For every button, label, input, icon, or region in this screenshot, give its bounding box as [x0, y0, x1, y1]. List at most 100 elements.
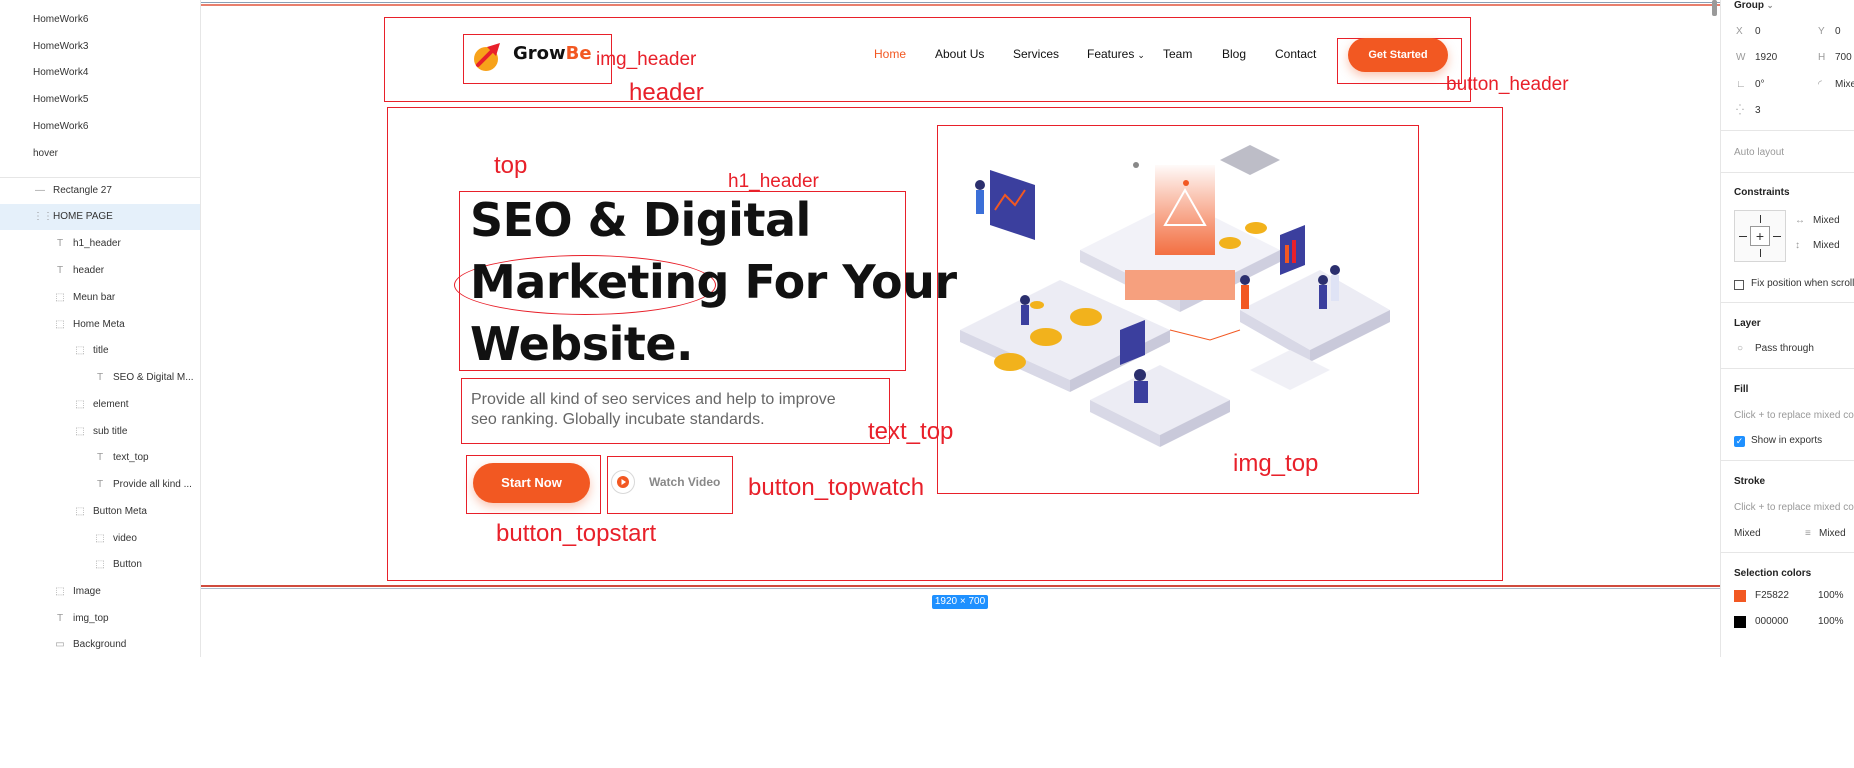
annotation-header: header — [629, 79, 704, 106]
y-input[interactable]: 0 — [1835, 26, 1841, 37]
layer-label: video — [113, 533, 137, 544]
h-label: H — [1818, 52, 1826, 63]
divider — [1721, 130, 1854, 131]
layer-video[interactable]: ⬚ video — [0, 526, 200, 552]
layer-label: HomeWork4 — [33, 67, 89, 78]
layer-element[interactable]: ⬚ element — [0, 392, 200, 418]
subtitle-line-2: seo ranking. Globally incubate standards… — [471, 411, 765, 428]
headline-word-marketing: Marketing — [470, 255, 730, 309]
nav-blog[interactable]: Blog — [1222, 47, 1246, 61]
auto-layout-label[interactable]: Auto layout — [1734, 147, 1784, 158]
stroke-heading: Stroke — [1734, 476, 1766, 487]
text-icon: T — [56, 613, 64, 624]
layer-hover[interactable]: hover — [0, 141, 200, 167]
nav-home[interactable]: Home — [874, 47, 906, 61]
horizontal-constraint-select[interactable]: Mixed — [1813, 215, 1840, 226]
layer-sub-title[interactable]: ⬚ sub title — [0, 419, 200, 445]
color-swatch-black[interactable] — [1734, 616, 1746, 628]
headline-line-1: SEO & Digital — [470, 193, 811, 247]
layer-button-meta[interactable]: ⬚ Button Meta — [0, 499, 200, 525]
group-title[interactable]: Group ⌄ — [1734, 0, 1773, 11]
layer-homework5[interactable]: HomeWork5 — [0, 87, 200, 113]
layer-label: sub title — [93, 426, 128, 437]
layer-h1-header[interactable]: Th1_header — [0, 231, 200, 257]
layer-provide-text[interactable]: T Provide all kind ... — [0, 472, 200, 498]
color-hex-orange[interactable]: F25822 — [1755, 590, 1789, 601]
layer-label: Image — [73, 586, 101, 597]
get-started-button[interactable]: Get Started — [1348, 38, 1448, 72]
constraint-bottom-line[interactable] — [1760, 249, 1761, 257]
layer-menu-bar[interactable]: ⬚ Meun bar — [0, 285, 200, 311]
layer-homework3[interactable]: HomeWork3 — [0, 34, 200, 60]
text-icon: T — [56, 238, 64, 249]
subtitle-line-1: Provide all kind of seo services and hel… — [471, 391, 836, 408]
logo-part-grow: Grow — [513, 43, 566, 64]
annotation-img-header: img_header — [596, 49, 697, 70]
spacing-input[interactable]: 3 — [1755, 105, 1761, 116]
group-icon: ⬚ — [55, 319, 65, 330]
frame-guide-line — [201, 2, 1720, 3]
fix-position-checkbox[interactable] — [1734, 280, 1744, 290]
constraint-right-line[interactable] — [1773, 236, 1781, 237]
nav-services[interactable]: Services — [1013, 47, 1059, 61]
layer-label: Provide all kind ... — [113, 479, 192, 490]
layer-button[interactable]: ⬚ Button — [0, 552, 200, 578]
selection-colors-heading: Selection colors — [1734, 568, 1812, 579]
growbe-logo-text[interactable]: GrowBe — [513, 43, 592, 64]
divider — [1721, 172, 1854, 173]
constraint-top-line[interactable] — [1760, 215, 1761, 223]
annotation-h1-header: h1_header — [728, 171, 819, 192]
text-icon: T — [56, 265, 64, 276]
fill-hint: Click + to replace mixed content — [1734, 410, 1854, 421]
layer-image[interactable]: ⬚ Image — [0, 579, 200, 605]
layer-homework6[interactable]: HomeWork6 — [0, 7, 200, 33]
color-opacity-orange[interactable]: 100% — [1818, 590, 1844, 601]
vertical-constraint-select[interactable]: Mixed — [1813, 240, 1840, 251]
w-input[interactable]: 1920 — [1755, 52, 1777, 63]
canvas-scrollbar[interactable] — [1712, 0, 1717, 16]
layer-label: Background — [73, 639, 127, 650]
nav-team[interactable]: Team — [1163, 47, 1192, 61]
nav-about-us[interactable]: About Us — [935, 47, 984, 61]
layer-background[interactable]: ▭ Background — [0, 632, 200, 658]
color-swatch-orange[interactable] — [1734, 590, 1746, 602]
headline-line-3: Website. — [470, 317, 694, 371]
layer-header[interactable]: Theader — [0, 258, 200, 284]
annotation-img-top: img_top — [1233, 450, 1319, 477]
w-label: W — [1736, 52, 1746, 63]
constraint-left-line[interactable] — [1739, 236, 1747, 237]
color-hex-black[interactable]: 000000 — [1755, 616, 1788, 627]
layer-rectangle-27[interactable]: — Rectangle 27 — [0, 178, 200, 204]
layer-seo-text[interactable]: T SEO & Digital M... — [0, 365, 200, 391]
layer-label: HOME PAGE — [53, 211, 113, 222]
layer-homework4[interactable]: HomeWork4 — [0, 60, 200, 86]
nav-contact[interactable]: Contact — [1275, 47, 1316, 61]
nav-features[interactable]: Features ⌄ — [1087, 47, 1145, 61]
watch-video-button[interactable]: Watch Video — [649, 475, 720, 489]
show-in-exports-checkbox[interactable]: ✓ — [1734, 436, 1745, 447]
rotation-input[interactable]: 0° — [1755, 79, 1765, 90]
blend-mode-select[interactable]: Pass through — [1755, 343, 1814, 354]
layer-home-meta[interactable]: ⬚ Home Meta — [0, 312, 200, 338]
fill-heading: Fill — [1734, 384, 1749, 395]
x-input[interactable]: 0 — [1755, 26, 1761, 37]
layer-homework6b[interactable]: HomeWork6 — [0, 114, 200, 140]
layer-text-top[interactable]: Ttext_top — [0, 445, 200, 471]
layer-title[interactable]: ⬚ title — [0, 338, 200, 364]
layer-home-page[interactable]: ⋮⋮ HOME PAGE — [0, 204, 200, 230]
h-input[interactable]: 700 — [1835, 52, 1852, 63]
corner-radius-input[interactable]: Mixed — [1835, 79, 1854, 90]
stroke-weight-select[interactable]: Mixed — [1734, 528, 1761, 539]
frame-bottom-guide — [201, 588, 1720, 589]
frame-size-badge: 1920 × 700 — [932, 595, 988, 609]
divider — [1721, 460, 1854, 461]
start-now-button[interactable]: Start Now — [473, 463, 590, 503]
layer-label: title — [93, 345, 109, 356]
layer-img-top[interactable]: Timg_top — [0, 606, 200, 632]
constraints-widget[interactable]: + — [1734, 210, 1786, 262]
annotation-button-header: button_header — [1446, 74, 1569, 95]
rotation-icon: ∟ — [1736, 79, 1746, 90]
play-icon[interactable] — [611, 470, 635, 494]
color-opacity-black[interactable]: 100% — [1818, 616, 1844, 627]
stroke-position-select[interactable]: Mixed — [1819, 528, 1846, 539]
